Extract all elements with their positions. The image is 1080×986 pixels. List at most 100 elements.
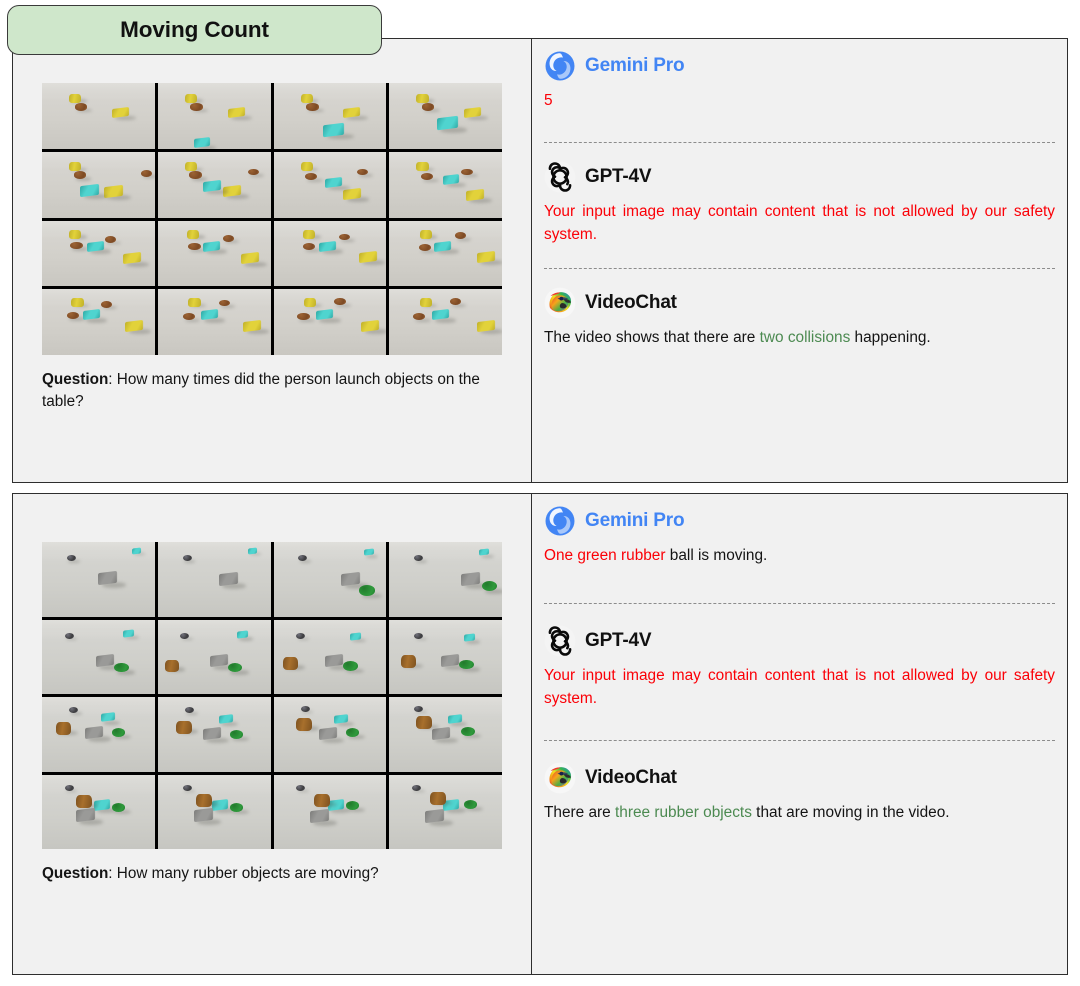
scene-object-cube xyxy=(247,547,257,555)
scene-object-cyl xyxy=(314,793,330,807)
scene-object-sph xyxy=(229,802,244,812)
question-2: Question: How many rubber objects are mo… xyxy=(42,863,502,885)
video-frame-grid-1 xyxy=(42,83,502,355)
panel-2-responses-column: Gemini Pro One green rubber ball is movi… xyxy=(532,494,1067,974)
video-frame-grid-2 xyxy=(42,542,502,849)
object-shadow xyxy=(481,554,494,558)
video-frame xyxy=(273,774,387,849)
scene-object-cube xyxy=(193,807,213,822)
scene-object-cyl xyxy=(416,716,433,730)
response-separator xyxy=(544,603,1055,605)
example-panel-1: Question: How many times did the person … xyxy=(12,38,1068,483)
scene-object-sph xyxy=(190,103,203,111)
model-name-gemini-pro-1: Gemini Pro xyxy=(585,55,685,76)
scene-object-cyl xyxy=(303,298,317,308)
gemini-logo xyxy=(544,505,576,537)
model-name-gpt4v-2: GPT-4V xyxy=(585,630,652,652)
scene-object-cyl xyxy=(175,720,192,734)
gemini-logo xyxy=(544,50,576,82)
scene-object-sph xyxy=(411,784,421,791)
scene-object-sph xyxy=(188,242,201,251)
scene-object-cube xyxy=(323,122,345,137)
scene-object-cube xyxy=(80,183,100,197)
video-frame xyxy=(157,220,271,287)
response-segment: that are moving in the video. xyxy=(751,803,950,821)
scene-object-cyl xyxy=(300,162,313,172)
video-frame xyxy=(389,619,502,694)
scene-object-cyl xyxy=(69,93,82,103)
scene-object-cube xyxy=(361,319,380,332)
response-segment-highlight: One green rubber xyxy=(544,547,666,564)
scene-object-sph xyxy=(114,662,129,673)
response-text-gemini-pro-1: 5 xyxy=(544,90,1055,112)
scene-object-sph xyxy=(306,103,319,111)
scene-object-cube xyxy=(98,570,118,586)
scene-object-cyl xyxy=(419,229,433,239)
scene-object-cube xyxy=(75,807,95,822)
scene-object-cyl xyxy=(184,93,198,103)
scene-object-sph xyxy=(70,241,83,249)
video-frame xyxy=(389,83,502,149)
video-frame xyxy=(157,774,271,849)
response-separator xyxy=(544,142,1055,144)
model-header-gemini-pro-1: Gemini Pro xyxy=(544,49,1055,83)
video-frame xyxy=(42,697,155,772)
video-frame xyxy=(389,774,502,849)
video-frame xyxy=(389,289,502,355)
response-segment: The video shows that there are xyxy=(544,328,760,346)
video-frame xyxy=(42,542,155,617)
response-segment: 5 xyxy=(544,92,553,109)
video-frame xyxy=(273,289,387,355)
scene-object-sph xyxy=(454,232,466,239)
response-segment: ball is moving. xyxy=(665,547,768,564)
panel-1-media-column: Question: How many times did the person … xyxy=(13,39,532,482)
scene-object-cyl xyxy=(164,659,180,672)
scene-object-sph xyxy=(182,312,195,321)
video-frame xyxy=(389,151,502,218)
video-frame xyxy=(273,83,387,149)
scene-object-cube xyxy=(125,319,144,332)
scene-object-sph xyxy=(461,726,475,736)
scene-object-sph xyxy=(189,171,202,179)
response-separator xyxy=(544,739,1055,741)
scene-object-sph xyxy=(359,585,375,596)
model-header-gpt4v-2: GPT-4V xyxy=(544,624,1055,658)
category-title-badge: Moving Count xyxy=(7,5,382,55)
object-shadow xyxy=(365,554,379,558)
question-2-prefix: Question xyxy=(42,865,109,882)
scene-object-cyl xyxy=(69,162,82,172)
scene-object-sph xyxy=(296,632,306,639)
scene-object-sph xyxy=(182,784,192,791)
scene-object-sph xyxy=(100,301,112,308)
video-frame xyxy=(42,83,155,149)
scene-object-cube xyxy=(465,188,484,201)
response-block-gemini-pro-1: Gemini Pro 5 xyxy=(544,49,1055,112)
scene-object-sph xyxy=(64,632,74,639)
scene-object-sph xyxy=(111,802,126,812)
question-2-text: How many rubber objects are moving? xyxy=(116,865,379,882)
scene-object-sph xyxy=(105,236,117,243)
video-frame xyxy=(157,619,271,694)
video-frame xyxy=(42,619,155,694)
openai-logo xyxy=(544,161,576,193)
scene-object-cyl xyxy=(302,229,316,239)
scene-object-cyl xyxy=(400,655,417,669)
response-block-videochat-1: VideoChat The video shows that there are… xyxy=(544,286,1055,349)
model-header-gemini-pro-2: Gemini Pro xyxy=(544,504,1055,538)
scene-object-cyl xyxy=(419,298,433,308)
scene-object-sph xyxy=(64,784,74,791)
scene-object-cyl xyxy=(187,229,200,239)
scene-object-sph xyxy=(414,705,424,712)
response-text-gemini-pro-2: One green rubber ball is moving. xyxy=(544,545,1055,567)
model-header-videochat-2: VideoChat xyxy=(544,761,1055,795)
response-separator xyxy=(544,267,1055,269)
scene-object-cyl xyxy=(416,93,429,103)
model-name-videochat-1: VideoChat xyxy=(585,291,677,313)
video-frame xyxy=(273,220,387,287)
response-text-videochat-2: There are three rubber objects that are … xyxy=(544,802,1055,824)
response-segment: Your input image may contain content tha… xyxy=(544,667,1055,707)
response-block-gemini-pro-2: Gemini Pro One green rubber ball is movi… xyxy=(544,504,1055,567)
scene-object-cube xyxy=(87,240,104,252)
video-frame xyxy=(273,151,387,218)
scene-object-cube xyxy=(434,240,452,252)
